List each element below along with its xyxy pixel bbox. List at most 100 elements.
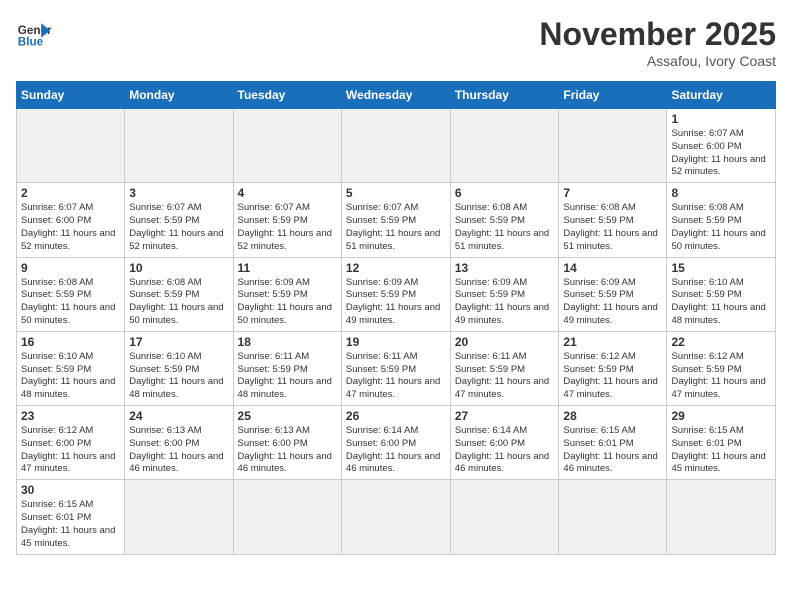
day-number: 18: [238, 335, 337, 349]
calendar-day-cell: 14 Sunrise: 6:09 AM Sunset: 5:59 PM Dayli…: [559, 257, 667, 331]
day-info: Sunrise: 6:12 AM Sunset: 6:00 PM Dayligh…: [21, 425, 120, 476]
day-number: 27: [455, 409, 555, 423]
calendar-header-row: SundayMondayTuesdayWednesdayThursdayFrid…: [17, 82, 776, 109]
calendar-week-row: 9 Sunrise: 6:08 AM Sunset: 5:59 PM Daylig…: [17, 257, 776, 331]
day-number: 7: [563, 186, 662, 200]
day-number: 23: [21, 409, 120, 423]
calendar-table: SundayMondayTuesdayWednesdayThursdayFrid…: [16, 81, 776, 555]
calendar-day-cell: [450, 109, 559, 183]
calendar-day-cell: 9 Sunrise: 6:08 AM Sunset: 5:59 PM Daylig…: [17, 257, 125, 331]
day-info: Sunrise: 6:08 AM Sunset: 5:59 PM Dayligh…: [455, 202, 555, 253]
calendar-week-row: 16 Sunrise: 6:10 AM Sunset: 5:59 PM Dayli…: [17, 331, 776, 405]
day-info: Sunrise: 6:09 AM Sunset: 5:59 PM Dayligh…: [238, 277, 337, 328]
calendar-day-cell: [559, 109, 667, 183]
calendar-day-cell: 2 Sunrise: 6:07 AM Sunset: 6:00 PM Daylig…: [17, 183, 125, 257]
day-info: Sunrise: 6:07 AM Sunset: 6:00 PM Dayligh…: [21, 202, 120, 253]
logo-icon: General Blue: [16, 16, 52, 52]
day-info: Sunrise: 6:07 AM Sunset: 5:59 PM Dayligh…: [346, 202, 446, 253]
day-info: Sunrise: 6:09 AM Sunset: 5:59 PM Dayligh…: [346, 277, 446, 328]
calendar-day-cell: 18 Sunrise: 6:11 AM Sunset: 5:59 PM Dayli…: [233, 331, 341, 405]
day-number: 8: [671, 186, 771, 200]
logo: General Blue: [16, 16, 52, 52]
day-info: Sunrise: 6:11 AM Sunset: 5:59 PM Dayligh…: [455, 351, 555, 402]
calendar-day-cell: 10Sunrise: 6:08 AM Sunset: 5:59 PM Dayli…: [125, 257, 233, 331]
calendar-day-cell: 8Sunrise: 6:08 AM Sunset: 5:59 PM Daylig…: [667, 183, 776, 257]
calendar-day-cell: [125, 109, 233, 183]
header-tuesday: Tuesday: [233, 82, 341, 109]
day-number: 4: [238, 186, 337, 200]
calendar-day-cell: 19 Sunrise: 6:11 AM Sunset: 5:59 PM Dayli…: [341, 331, 450, 405]
day-number: 22: [671, 335, 771, 349]
month-title: November 2025: [539, 16, 776, 53]
day-info: Sunrise: 6:09 AM Sunset: 5:59 PM Dayligh…: [455, 277, 555, 328]
header-wednesday: Wednesday: [341, 82, 450, 109]
calendar-day-cell: [233, 109, 341, 183]
calendar-day-cell: 26 Sunrise: 6:14 AM Sunset: 6:00 PM Dayli…: [341, 406, 450, 480]
calendar-day-cell: 23 Sunrise: 6:12 AM Sunset: 6:00 PM Dayli…: [17, 406, 125, 480]
day-number: 15: [671, 261, 771, 275]
day-info: Sunrise: 6:07 AM Sunset: 5:59 PM Dayligh…: [129, 202, 228, 253]
calendar-day-cell: [125, 480, 233, 554]
calendar-day-cell: 12 Sunrise: 6:09 AM Sunset: 5:59 PM Dayli…: [341, 257, 450, 331]
day-number: 5: [346, 186, 446, 200]
day-info: Sunrise: 6:12 AM Sunset: 5:59 PM Dayligh…: [671, 351, 771, 402]
calendar-day-cell: [667, 480, 776, 554]
day-number: 9: [21, 261, 120, 275]
day-number: 26: [346, 409, 446, 423]
header-saturday: Saturday: [667, 82, 776, 109]
day-number: 3: [129, 186, 228, 200]
calendar-day-cell: 27 Sunrise: 6:14 AM Sunset: 6:00 PM Dayli…: [450, 406, 559, 480]
calendar-day-cell: [341, 480, 450, 554]
calendar-day-cell: 20 Sunrise: 6:11 AM Sunset: 5:59 PM Dayli…: [450, 331, 559, 405]
calendar-day-cell: [17, 109, 125, 183]
day-number: 29: [671, 409, 771, 423]
day-number: 21: [563, 335, 662, 349]
day-info: Sunrise: 6:15 AM Sunset: 6:01 PM Dayligh…: [563, 425, 662, 476]
calendar-week-row: 30Sunrise: 6:15 AM Sunset: 6:01 PM Dayli…: [17, 480, 776, 554]
calendar-day-cell: 6Sunrise: 6:08 AM Sunset: 5:59 PM Daylig…: [450, 183, 559, 257]
day-number: 14: [563, 261, 662, 275]
svg-text:Blue: Blue: [18, 36, 44, 49]
day-info: Sunrise: 6:09 AM Sunset: 5:59 PM Dayligh…: [563, 277, 662, 328]
day-number: 20: [455, 335, 555, 349]
title-block: November 2025 Assafou, Ivory Coast: [539, 16, 776, 69]
day-info: Sunrise: 6:11 AM Sunset: 5:59 PM Dayligh…: [346, 351, 446, 402]
location: Assafou, Ivory Coast: [539, 53, 776, 69]
day-number: 1: [671, 112, 771, 126]
day-number: 19: [346, 335, 446, 349]
header-sunday: Sunday: [17, 82, 125, 109]
calendar-day-cell: 17Sunrise: 6:10 AM Sunset: 5:59 PM Dayli…: [125, 331, 233, 405]
day-number: 11: [238, 261, 337, 275]
calendar-day-cell: [559, 480, 667, 554]
day-info: Sunrise: 6:10 AM Sunset: 5:59 PM Dayligh…: [671, 277, 771, 328]
calendar-week-row: 1 Sunrise: 6:07 AM Sunset: 6:00 PM Daylig…: [17, 109, 776, 183]
header-friday: Friday: [559, 82, 667, 109]
day-number: 13: [455, 261, 555, 275]
day-info: Sunrise: 6:14 AM Sunset: 6:00 PM Dayligh…: [455, 425, 555, 476]
day-info: Sunrise: 6:11 AM Sunset: 5:59 PM Dayligh…: [238, 351, 337, 402]
day-info: Sunrise: 6:12 AM Sunset: 5:59 PM Dayligh…: [563, 351, 662, 402]
calendar-day-cell: 3 Sunrise: 6:07 AM Sunset: 5:59 PM Daylig…: [125, 183, 233, 257]
day-info: Sunrise: 6:07 AM Sunset: 6:00 PM Dayligh…: [671, 128, 771, 179]
calendar-week-row: 23 Sunrise: 6:12 AM Sunset: 6:00 PM Dayli…: [17, 406, 776, 480]
calendar-day-cell: [450, 480, 559, 554]
day-number: 2: [21, 186, 120, 200]
day-number: 25: [238, 409, 337, 423]
calendar-day-cell: 11 Sunrise: 6:09 AM Sunset: 5:59 PM Dayli…: [233, 257, 341, 331]
day-number: 24: [129, 409, 228, 423]
calendar-day-cell: 1 Sunrise: 6:07 AM Sunset: 6:00 PM Daylig…: [667, 109, 776, 183]
day-info: Sunrise: 6:14 AM Sunset: 6:00 PM Dayligh…: [346, 425, 446, 476]
day-info: Sunrise: 6:10 AM Sunset: 5:59 PM Dayligh…: [21, 351, 120, 402]
page-header: General Blue November 2025 Assafou, Ivor…: [16, 16, 776, 69]
day-info: Sunrise: 6:15 AM Sunset: 6:01 PM Dayligh…: [21, 499, 120, 550]
day-number: 12: [346, 261, 446, 275]
calendar-day-cell: 4Sunrise: 6:07 AM Sunset: 5:59 PM Daylig…: [233, 183, 341, 257]
day-number: 16: [21, 335, 120, 349]
calendar-day-cell: 13 Sunrise: 6:09 AM Sunset: 5:59 PM Dayli…: [450, 257, 559, 331]
calendar-day-cell: 16 Sunrise: 6:10 AM Sunset: 5:59 PM Dayli…: [17, 331, 125, 405]
calendar-day-cell: 21 Sunrise: 6:12 AM Sunset: 5:59 PM Dayli…: [559, 331, 667, 405]
day-info: Sunrise: 6:08 AM Sunset: 5:59 PM Dayligh…: [21, 277, 120, 328]
calendar-day-cell: 29Sunrise: 6:15 AM Sunset: 6:01 PM Dayli…: [667, 406, 776, 480]
day-number: 17: [129, 335, 228, 349]
day-number: 28: [563, 409, 662, 423]
